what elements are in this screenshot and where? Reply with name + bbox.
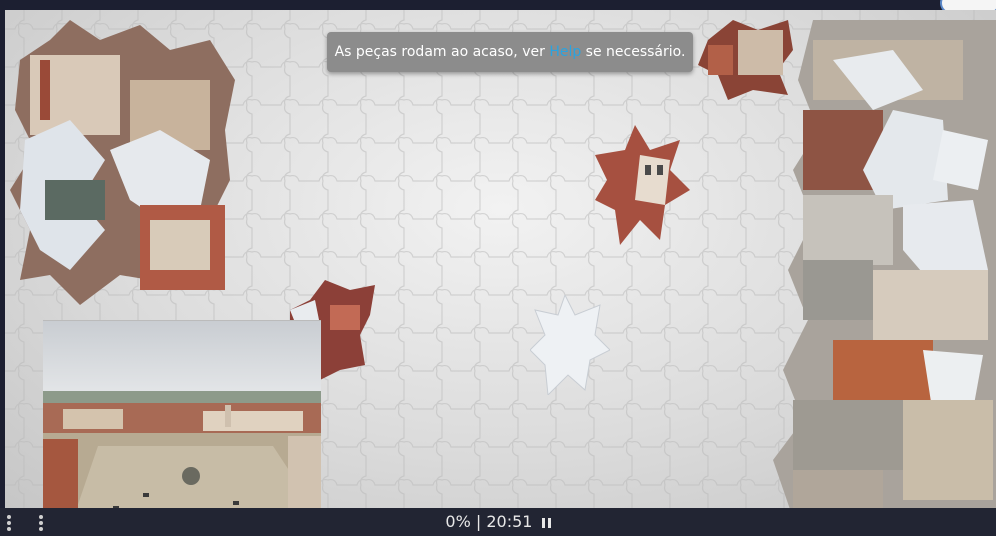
reference-image xyxy=(43,320,321,508)
progress-percent: 0% xyxy=(445,512,471,531)
status-bar: 0% | 20:51 xyxy=(0,508,996,536)
game-window: As peças rodam ao acaso, ver Help se nec… xyxy=(0,0,996,536)
puzzle-piece[interactable] xyxy=(595,125,695,250)
hint-text-before: As peças rodam ao acaso, ver xyxy=(334,44,550,60)
puzzle-piece-cluster-right[interactable] xyxy=(773,20,996,508)
hint-text-after: se necessário. xyxy=(581,44,686,60)
pause-icon[interactable] xyxy=(541,517,551,528)
timer: 20:51 xyxy=(486,512,533,531)
town-square-photo xyxy=(43,321,321,508)
puzzle-piece-cluster-left[interactable] xyxy=(10,20,240,310)
top-strip xyxy=(0,0,996,14)
hint-banner: As peças rodam ao acaso, ver Help se nec… xyxy=(327,32,693,72)
progress-status: 0% | 20:51 xyxy=(0,512,996,531)
puzzle-board[interactable]: As peças rodam ao acaso, ver Help se nec… xyxy=(5,10,996,508)
status-separator: | xyxy=(475,512,482,531)
help-link[interactable]: Help xyxy=(549,44,581,60)
puzzle-piece-blank[interactable] xyxy=(530,295,610,395)
